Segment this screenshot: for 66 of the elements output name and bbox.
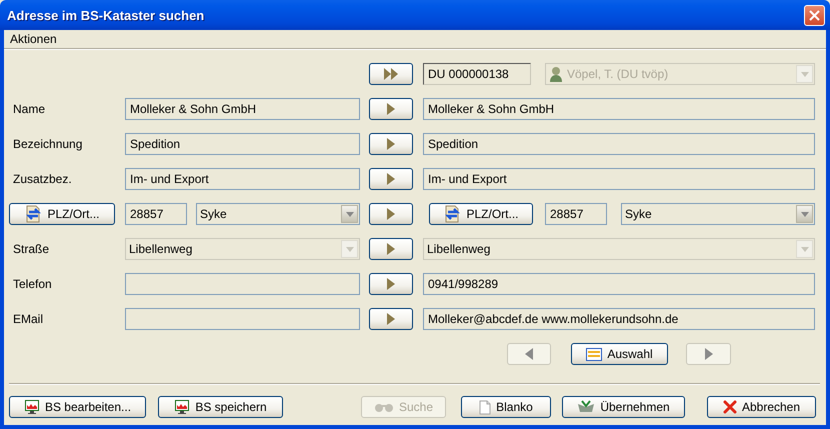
- transfer-button[interactable]: [369, 168, 413, 190]
- transfer-button[interactable]: [369, 203, 413, 225]
- caret-icon: [800, 212, 808, 216]
- arrow-left-icon: [525, 348, 533, 360]
- source-field[interactable]: [125, 308, 360, 330]
- page-icon: [479, 400, 492, 414]
- arrow-right-icon: [387, 208, 395, 220]
- source-field[interactable]: Spedition: [125, 133, 360, 155]
- arrow-right-icon: [387, 313, 395, 325]
- glasses-icon: [374, 401, 394, 413]
- arrow-right-icon: [387, 138, 395, 150]
- swap-icon: [443, 205, 462, 223]
- postcode-button[interactable]: PLZ/Ort...: [9, 203, 115, 225]
- transfer-button[interactable]: [369, 133, 413, 155]
- field-label: EMail: [12, 312, 44, 326]
- arrow-right-icon: [387, 243, 395, 255]
- caret-icon: [800, 246, 808, 252]
- zip-field[interactable]: 28857: [125, 203, 187, 225]
- field-label: Straße: [12, 242, 50, 256]
- record-id-field[interactable]: DU 000000138: [423, 63, 531, 85]
- list-icon: [586, 348, 602, 360]
- arrow-right-icon: [387, 278, 395, 290]
- target-field[interactable]: Molleker@abcdef.de www.mollekerundsohn.de: [423, 308, 815, 330]
- swap-icon: [24, 205, 42, 223]
- field-label: Name: [12, 102, 46, 116]
- transfer-button[interactable]: [369, 98, 413, 120]
- field-label: Telefon: [12, 277, 52, 291]
- save-button[interactable]: BS speichern: [158, 396, 283, 418]
- window-title: Adresse im BS-Kataster suchen: [7, 8, 206, 22]
- caret-icon: [346, 246, 354, 252]
- transfer-button[interactable]: [369, 273, 413, 295]
- person-icon: [549, 66, 563, 82]
- postcode-button[interactable]: PLZ/Ort...: [429, 203, 533, 225]
- select-button[interactable]: Auswahl: [571, 343, 668, 365]
- source-field[interactable]: [125, 273, 360, 295]
- close-button[interactable]: [804, 4, 825, 26]
- city-dropdown[interactable]: Syke: [196, 203, 360, 225]
- field-label: Zusatzbez.: [12, 172, 72, 186]
- target-field[interactable]: Im- und Export: [423, 168, 815, 190]
- city-dropdown[interactable]: Syke: [621, 203, 815, 225]
- close-icon: [809, 10, 820, 20]
- target-field[interactable]: 0941/998289: [423, 273, 815, 295]
- target-field[interactable]: Molleker & Sohn GmbH: [423, 98, 815, 120]
- target-field[interactable]: Spedition: [423, 133, 815, 155]
- apply-button[interactable]: Übernehmen: [562, 396, 685, 418]
- arrow-right-icon: [387, 103, 395, 115]
- monitor-icon: [174, 399, 190, 415]
- transfer-button[interactable]: [369, 238, 413, 260]
- arrow-right-icon: [387, 173, 395, 185]
- zip-field[interactable]: 28857: [545, 203, 607, 225]
- field-label: Bezeichnung: [12, 137, 82, 151]
- cross-icon: [722, 400, 737, 414]
- cancel-button[interactable]: Abbrechen: [707, 396, 816, 418]
- transfer-button[interactable]: [369, 308, 413, 330]
- transfer-all-button[interactable]: [369, 63, 413, 85]
- tray-icon: [577, 400, 596, 414]
- arrow-right-icon: [704, 348, 712, 360]
- monitor-icon: [24, 399, 40, 415]
- source-field[interactable]: Im- und Export: [125, 168, 360, 190]
- edit-button[interactable]: BS bearbeiten...: [9, 396, 146, 418]
- caret-icon: [346, 212, 354, 216]
- blank-button[interactable]: Blanko: [461, 396, 551, 418]
- double-arrow-icon: [383, 68, 399, 80]
- menu-item[interactable]: Aktionen: [5, 32, 62, 46]
- caret-icon: [800, 72, 808, 76]
- source-field[interactable]: Molleker & Sohn GmbH: [125, 98, 360, 120]
